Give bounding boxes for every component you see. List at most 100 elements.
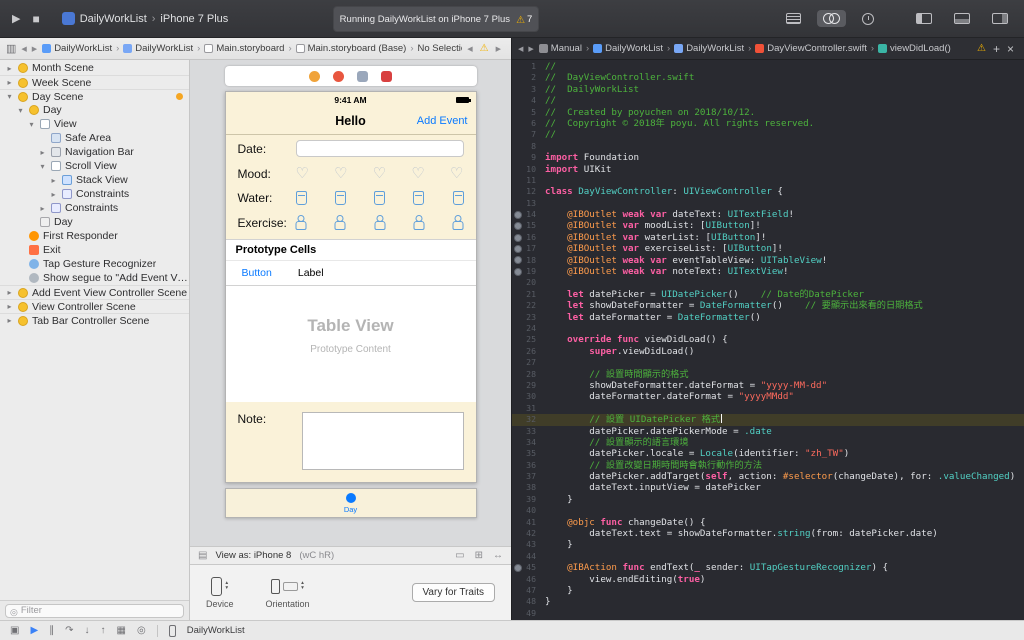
code-line[interactable]: 25 override func viewDidLoad() {: [512, 334, 1024, 345]
mood-heart-button[interactable]: [450, 167, 463, 181]
back-button[interactable]: [518, 43, 523, 54]
connection-well-icon[interactable]: [512, 256, 523, 264]
stop-button[interactable]: [32, 12, 39, 26]
debug-area-toggle-icon[interactable]: ▣: [10, 625, 19, 636]
disclosure-closed-icon[interactable]: ▸: [5, 302, 14, 311]
outline-item[interactable]: ▸ Add Event View Controller Scene: [0, 285, 189, 299]
code-line[interactable]: 23 let dateFormatter = DateFormatter(): [512, 312, 1024, 323]
connection-well-icon[interactable]: [512, 211, 523, 219]
prototype-cell[interactable]: Button Label: [225, 261, 476, 286]
disclosure-closed-icon[interactable]: ▸: [5, 316, 14, 325]
outline-item[interactable]: First Responder: [0, 229, 189, 243]
table-view-placeholder[interactable]: Table View Prototype Content: [225, 286, 476, 402]
code-line[interactable]: 1 //: [512, 61, 1024, 72]
code-line[interactable]: 16 @IBOutlet var waterList: [UIButton]!: [512, 232, 1024, 243]
disclosure-closed-icon[interactable]: ▸: [49, 176, 58, 185]
code-line[interactable]: 45 @IBAction func endText(_ sender: UITa…: [512, 562, 1024, 573]
vary-for-traits-button[interactable]: Vary for Traits: [411, 583, 495, 602]
code-line[interactable]: 6 // Copyright © 2018年 poyu. All rights r…: [512, 118, 1024, 129]
standard-editor-button[interactable]: [780, 10, 807, 27]
navigator-toggle-button[interactable]: [910, 10, 938, 27]
code-line[interactable]: 15 @IBOutlet var moodList: [UIButton]!: [512, 220, 1024, 231]
code-line[interactable]: 44: [512, 551, 1024, 562]
outline-item[interactable]: Safe Area: [0, 131, 189, 145]
code-line[interactable]: 36 // 設置改變日期時間時會執行動作的方法: [512, 460, 1024, 471]
code-line[interactable]: 35 datePicker.locale = Locale(identifier…: [512, 448, 1024, 459]
outline-item[interactable]: ▸ Constraints: [0, 201, 189, 215]
code-line[interactable]: 13: [512, 198, 1024, 209]
outline-item[interactable]: Exit: [0, 243, 189, 257]
code-line[interactable]: 12 class DayViewController: UIViewControl…: [512, 186, 1024, 197]
mood-heart-button[interactable]: [334, 167, 347, 181]
source-editor[interactable]: 1 // 2 // DayViewController.swift 3 // DailyW…: [512, 60, 1024, 620]
tab-bar[interactable]: Day: [224, 488, 477, 518]
view-hierarchy-icon[interactable]: ▦: [117, 625, 126, 636]
exercise-button[interactable]: [296, 215, 307, 230]
outline-item[interactable]: ▾ Scroll View: [0, 159, 189, 173]
water-cup-button[interactable]: [413, 191, 425, 205]
code-line[interactable]: 41 @objc func changeDate() {: [512, 517, 1024, 528]
code-line[interactable]: 29 showDateFormatter.dateFormat = "yyyy-…: [512, 380, 1024, 391]
code-line[interactable]: 20: [512, 277, 1024, 288]
disclosure-open-icon[interactable]: ▾: [38, 162, 47, 171]
breadcrumb-item[interactable]: viewDidLoad(): [878, 43, 951, 54]
exercise-button[interactable]: [413, 215, 424, 230]
code-line[interactable]: 42 dateText.text = showDateFormatter.str…: [512, 528, 1024, 539]
breadcrumb-item[interactable]: No Selection: [418, 43, 463, 54]
code-line[interactable]: 22 let showDateFormatter = DateFormatter…: [512, 300, 1024, 311]
code-line[interactable]: 11: [512, 175, 1024, 186]
code-line[interactable]: 4 //: [512, 95, 1024, 106]
disclosure-closed-icon[interactable]: ▸: [38, 148, 47, 157]
previous-issue-button[interactable]: [467, 43, 472, 54]
add-event-button[interactable]: Add Event: [417, 115, 468, 127]
add-assistant-editor-button[interactable]: [993, 42, 1000, 56]
outline-item[interactable]: ▾ Day: [0, 103, 189, 117]
water-cup-button[interactable]: [334, 191, 346, 205]
assistant-editor-button[interactable]: [817, 10, 846, 27]
next-issue-button[interactable]: [496, 43, 501, 54]
code-line[interactable]: 10 import UIKit: [512, 164, 1024, 175]
warning-badge[interactable]: 7: [516, 10, 532, 28]
code-line[interactable]: 33 datePicker.datePickerMode = .date: [512, 426, 1024, 437]
connection-well-icon[interactable]: [512, 268, 523, 276]
breadcrumb-item[interactable]: Main.storyboard: [204, 43, 284, 54]
view-controller-icon[interactable]: [309, 70, 320, 82]
code-line[interactable]: 34 // 設置顯示的語言環境: [512, 437, 1024, 448]
back-button[interactable]: [21, 43, 26, 54]
canvas-options-icon[interactable]: ▤: [198, 550, 207, 561]
scheme-selector[interactable]: DailyWorkList iPhone 7 Plus: [61, 12, 228, 25]
breadcrumb-item[interactable]: DailyWorkList: [593, 43, 663, 54]
mood-heart-button[interactable]: [373, 167, 386, 181]
outline-item[interactable]: ▸ Week Scene: [0, 75, 189, 89]
exercise-button[interactable]: [374, 215, 385, 230]
storyboard-entry-icon[interactable]: [381, 70, 392, 82]
step-over-icon[interactable]: ↷: [65, 625, 73, 636]
outline-item[interactable]: Day: [0, 215, 189, 229]
code-line[interactable]: 40: [512, 505, 1024, 516]
breadcrumb-item[interactable]: DailyWorkList: [674, 43, 744, 54]
device-config-control[interactable]: Device: [206, 576, 234, 609]
outline-item[interactable]: ▸ View Controller Scene: [0, 299, 189, 313]
code-line[interactable]: 2 // DayViewController.swift: [512, 72, 1024, 83]
zoom-controls-icon[interactable]: ⊞: [475, 550, 483, 561]
code-line[interactable]: 31: [512, 403, 1024, 414]
filter-input[interactable]: Filter: [5, 603, 184, 618]
connection-well-icon[interactable]: [512, 234, 523, 242]
code-line[interactable]: 37 datePicker.addTarget(self, action: #s…: [512, 471, 1024, 482]
breadcrumb-item[interactable]: Manual: [538, 43, 582, 54]
code-line[interactable]: 9 import Foundation: [512, 152, 1024, 163]
first-responder-icon[interactable]: [333, 70, 344, 82]
view-as-label[interactable]: View as: iPhone 8: [215, 550, 291, 561]
outline-item[interactable]: ▸ Tab Bar Controller Scene: [0, 313, 189, 327]
code-line[interactable]: 3 // DailyWorkList: [512, 84, 1024, 95]
code-line[interactable]: 30 dateFormatter.dateFormat = "yyyyMMdd": [512, 391, 1024, 402]
breakpoints-toggle-icon[interactable]: ▶: [30, 625, 38, 636]
code-line[interactable]: 32 // 設置 UIDatePicker 格式: [512, 414, 1024, 426]
code-line[interactable]: 8: [512, 141, 1024, 152]
water-cup-button[interactable]: [374, 191, 385, 205]
document-outline-toggle-icon[interactable]: [6, 42, 16, 55]
outline-item[interactable]: ▸ Constraints: [0, 187, 189, 201]
exercise-button[interactable]: [335, 215, 346, 230]
code-line[interactable]: 43 }: [512, 539, 1024, 550]
water-cup-button[interactable]: [452, 191, 464, 205]
